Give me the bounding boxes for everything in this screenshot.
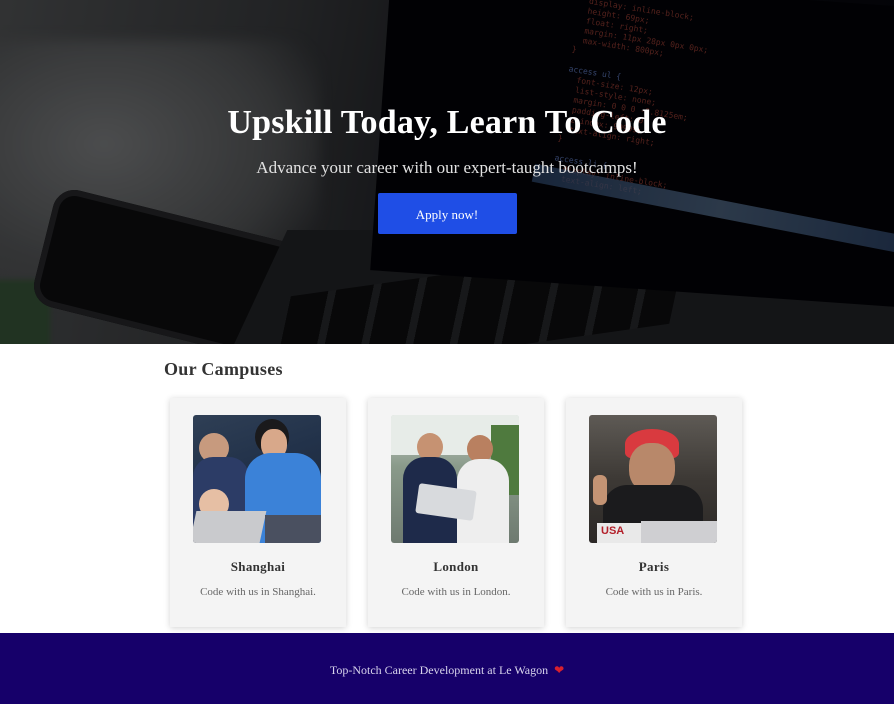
footer-text-wrap: Top-Notch Career Development at Le Wagon…	[330, 663, 564, 678]
apply-now-button[interactable]: Apply now!	[377, 193, 517, 234]
footer-text: Top-Notch Career Development at Le Wagon	[329, 663, 549, 677]
campus-photo-shanghai	[193, 415, 321, 543]
campus-name: Shanghai	[230, 559, 286, 574]
campus-name: London	[433, 559, 479, 574]
campus-card-paris[interactable]: USA Paris Code with us in Paris.	[566, 398, 742, 627]
hero-content: Upskill Today, Learn To Code Advance you…	[0, 104, 894, 234]
hero-banner: access { display: inline-block; height: …	[0, 0, 894, 344]
heart-icon: ❤	[554, 663, 565, 677]
campus-description: Code with us in Shanghai.	[200, 586, 316, 598]
campus-description: Code with us in Paris.	[605, 586, 703, 598]
campus-name: Paris	[638, 559, 670, 574]
campus-photo-london	[391, 415, 519, 543]
campuses-section-title: Our Campuses	[164, 359, 283, 379]
hero-title: Upskill Today, Learn To Code	[227, 104, 667, 141]
page-footer: Top-Notch Career Development at Le Wagon…	[0, 633, 894, 704]
campus-description: Code with us in London.	[401, 586, 511, 598]
campuses-section: Our Campuses Shanghai Code with us in Sh…	[0, 344, 894, 633]
campus-card-shanghai[interactable]: Shanghai Code with us in Shanghai.	[170, 398, 346, 627]
campus-photo-paris: USA	[589, 415, 717, 543]
hero-subtitle: Advance your career with our expert-taug…	[256, 158, 638, 177]
campus-card-london[interactable]: London Code with us in London.	[368, 398, 544, 627]
campus-cards: Shanghai Code with us in Shanghai. Londo…	[170, 398, 742, 627]
